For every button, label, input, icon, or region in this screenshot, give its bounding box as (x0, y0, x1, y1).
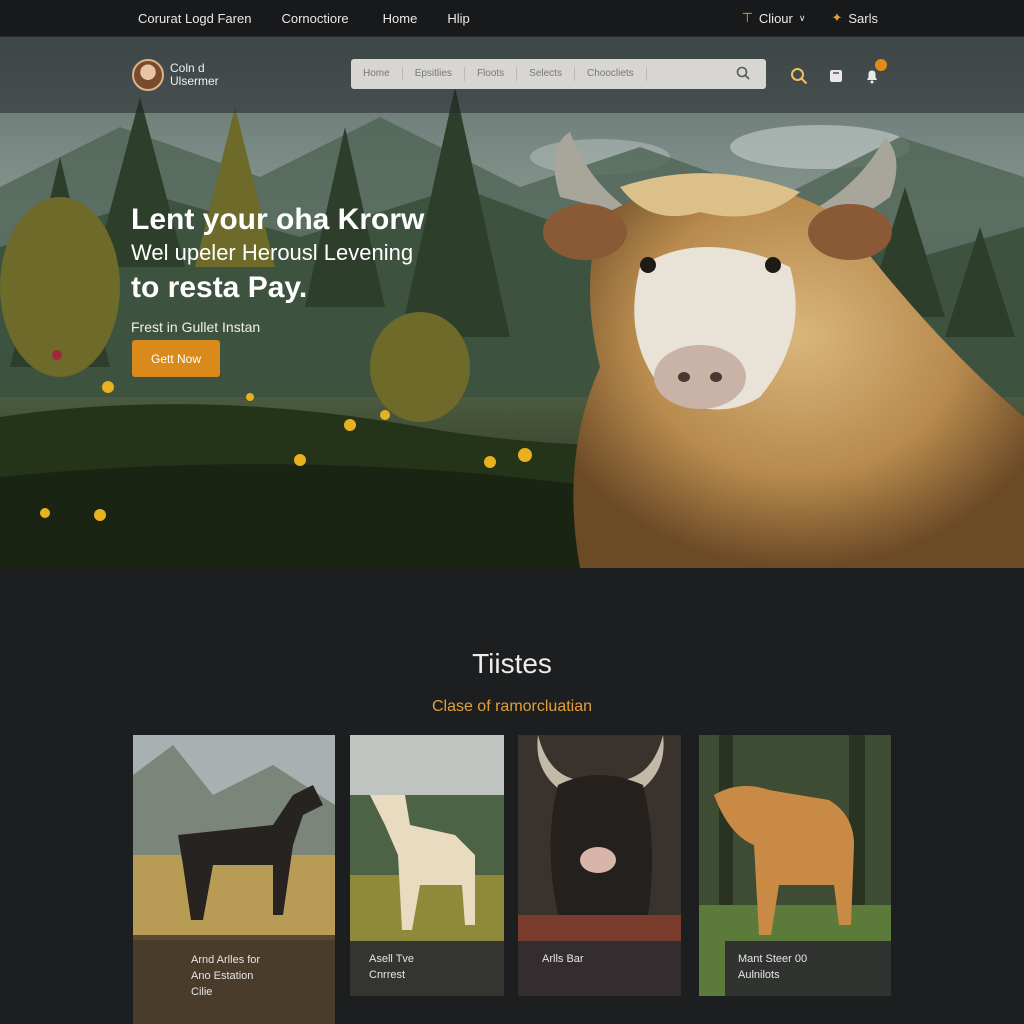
hero-banner: Coln d Ulsermer Home Epsitlies Floots Se… (0, 37, 1024, 568)
hero-text: Lent your oha Krorw Wel upeler Herousl L… (131, 203, 424, 335)
animal-card-3[interactable]: Arlls Bar (518, 735, 681, 996)
caption-line: Arlls Bar (542, 953, 584, 965)
card-caption: Asell Tve Cnrrest (350, 941, 504, 996)
search-tab-3[interactable]: Floots (465, 67, 518, 81)
notification-icon[interactable] (864, 68, 880, 89)
hero-line-2: Wel upeler Herousl Levening (131, 240, 414, 265)
logo-text: Coln d Ulsermer (170, 62, 219, 88)
bolt-icon: ✦ (831, 10, 843, 25)
animal-card-4[interactable]: Mant Steer 00 Aulnilots (699, 735, 891, 996)
search-icon[interactable] (790, 67, 808, 90)
bookmark-icon[interactable] (828, 68, 844, 89)
top-link-help[interactable]: Hlip (447, 11, 469, 26)
get-now-button[interactable]: Gett Now (132, 340, 220, 377)
caption-line: Ano Estation (191, 970, 254, 982)
search-bar[interactable]: Home Epsitlies Floots Selects Choocliets (351, 59, 766, 89)
hero-subtitle: Frest in Gullet Instan (131, 319, 261, 335)
caption-line: Cilie (191, 986, 213, 998)
search-tab-5[interactable]: Choocliets (575, 67, 647, 81)
caption-line: Arnd Arlles for (191, 954, 261, 966)
section-subtitle: Clase of ramorcluatian (431, 698, 593, 715)
top-link-1[interactable]: Corurat Logd Faren (138, 11, 251, 26)
filter-icon: ⊤ (741, 10, 753, 25)
hero-line-3: to resta Pay. (131, 271, 308, 304)
notification-badge (875, 59, 887, 71)
sarls-link[interactable]: ✦ Sarls (831, 10, 878, 26)
caption-line: Asell Tve (369, 953, 415, 965)
section-title: Tiistes (472, 648, 552, 679)
colour-dropdown[interactable]: ⊤ Cliour ∨ (742, 10, 806, 26)
hero-title: Lent your oha Krorw (131, 203, 425, 236)
top-links: Corurat Logd Faren Cornoctiore Home Hlip (138, 11, 498, 26)
caption-line: Mant Steer 00 (738, 953, 808, 965)
colour-label: Cliour (758, 10, 793, 26)
top-link-home[interactable]: Home (383, 11, 418, 26)
top-right-menu: ⊤ Cliour ∨ ✦ Sarls (742, 0, 878, 36)
card-caption: Arnd Arlles for Ano Estation Cilie (133, 940, 335, 1024)
top-utility-bar: Corurat Logd Faren Cornoctiore Home Hlip… (0, 0, 1024, 37)
search-tab-2[interactable]: Epsitlies (403, 67, 465, 81)
caption-line: Cnrrest (369, 969, 406, 981)
caption-line: Aulnilots (738, 969, 780, 981)
chevron-down-icon: ∨ (798, 12, 806, 23)
search-tab-home[interactable]: Home (351, 67, 403, 81)
sarls-label: Sarls (848, 10, 878, 26)
card-caption: Arlls Bar (518, 941, 681, 996)
animal-card-1[interactable]: Arnd Arlles for Ano Estation Cilie (133, 735, 335, 1024)
header-icon-group (790, 67, 880, 90)
logo-line-2: Ulsermer (170, 74, 219, 88)
top-link-2[interactable]: Cornoctiore (281, 11, 348, 26)
card-caption: Mant Steer 00 Aulnilots (725, 941, 891, 996)
animal-card-2[interactable]: Asell Tve Cnrrest (350, 735, 504, 996)
brand-logo[interactable]: Coln d Ulsermer (132, 59, 219, 91)
search-tab-4[interactable]: Selects (517, 67, 575, 81)
avatar (132, 59, 164, 91)
search-icon[interactable] (736, 66, 750, 85)
